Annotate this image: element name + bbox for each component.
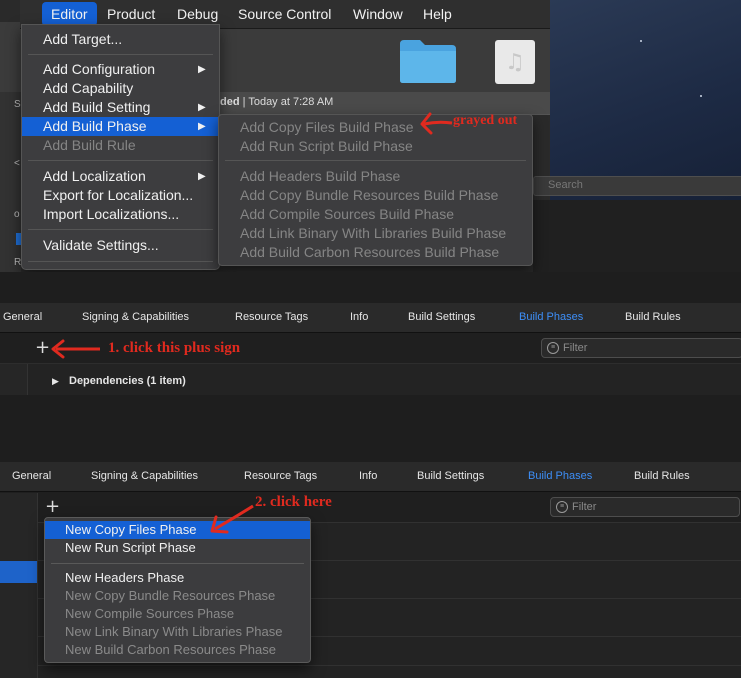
annotation-step-1: 1. click this plus sign bbox=[108, 340, 241, 356]
menu-item-add-build-rule: Add Build Rule bbox=[43, 137, 136, 153]
row-divider bbox=[37, 665, 741, 666]
activity-status-text: ded | Today at 7:28 AM bbox=[220, 96, 334, 108]
tab-build-rules[interactable]: Build Rules bbox=[625, 311, 681, 323]
music-icon: ♫ bbox=[495, 40, 535, 84]
dependencies-section-label: Dependencies (1 item) bbox=[69, 375, 186, 387]
popup-item-new-link-binary-phase: New Link Binary With Libraries Phase bbox=[65, 624, 283, 639]
window-search-placeholder: Search bbox=[548, 179, 583, 191]
menu-item-add-configuration[interactable]: Add Configuration ▶ bbox=[22, 60, 219, 79]
arrow-annotation-icon bbox=[420, 112, 453, 135]
target-tabs-bar: General Signing & Capabilities Resource … bbox=[0, 303, 741, 333]
menu-window[interactable]: Window bbox=[353, 6, 403, 22]
popup-item-new-run-script-phase[interactable]: New Run Script Phase bbox=[45, 539, 310, 557]
selected-target-row[interactable] bbox=[0, 561, 37, 583]
arrow-annotation-icon bbox=[51, 339, 100, 359]
submenu-item-build-carbon-resources: Add Build Carbon Resources Build Phase bbox=[240, 244, 500, 260]
menu-separator bbox=[28, 261, 213, 262]
tab-build-phases[interactable]: Build Phases bbox=[519, 311, 583, 323]
menu-separator bbox=[51, 563, 304, 564]
build-phases-editor-before: General Signing & Capabilities Resource … bbox=[0, 303, 741, 395]
annotation-step-2: 2. click here bbox=[255, 494, 332, 510]
arrow-annotation-icon bbox=[210, 504, 254, 534]
tab-build-settings[interactable]: Build Settings bbox=[417, 470, 484, 482]
tab-signing-capabilities[interactable]: Signing & Capabilities bbox=[91, 470, 198, 482]
wallpaper-star bbox=[640, 40, 642, 42]
menu-item-export-localization[interactable]: Export for Localization... bbox=[22, 186, 219, 205]
annotation-grayed-out: grayed out bbox=[453, 113, 518, 128]
chevron-right-icon: ▶ bbox=[198, 64, 206, 75]
menu-item-validate-settings[interactable]: Validate Settings... bbox=[22, 236, 219, 255]
filter-icon: ≡ bbox=[547, 342, 559, 354]
menu-editor[interactable]: Editor bbox=[42, 2, 97, 26]
popup-item-new-build-carbon-resources-phase: New Build Carbon Resources Phase bbox=[65, 642, 276, 657]
menu-item-add-target[interactable]: Add Target... bbox=[22, 30, 219, 49]
submenu-item-headers: Add Headers Build Phase bbox=[240, 168, 401, 184]
submenu-item-copy-files: Add Copy Files Build Phase bbox=[240, 119, 414, 135]
menu-separator bbox=[28, 229, 213, 230]
disclosure-triangle-icon[interactable]: ▶ bbox=[52, 377, 59, 387]
xcode-menu-panel: ♫ ded | Today at 7:28 AM Search S < o R … bbox=[0, 0, 741, 272]
build-phase-submenu: Add Copy Files Build Phase Add Run Scrip… bbox=[218, 114, 533, 266]
filter-placeholder: Filter bbox=[572, 501, 597, 513]
tab-signing-capabilities[interactable]: Signing & Capabilities bbox=[82, 311, 189, 323]
filter-placeholder: Filter bbox=[563, 342, 588, 354]
menu-item-add-localization[interactable]: Add Localization ▶ bbox=[22, 167, 219, 186]
editor-left-column bbox=[0, 493, 38, 678]
navigator-strip bbox=[0, 92, 21, 272]
chevron-right-icon: ▶ bbox=[198, 121, 206, 132]
navigator-glyph: < bbox=[14, 158, 20, 169]
filter-field[interactable]: ≡ Filter bbox=[541, 338, 741, 358]
target-tabs-bar: General Signing & Capabilities Resource … bbox=[0, 462, 741, 492]
menu-help[interactable]: Help bbox=[423, 6, 452, 22]
plus-icon[interactable]: + bbox=[45, 498, 60, 516]
popup-item-new-copy-bundle-resources-phase: New Copy Bundle Resources Phase bbox=[65, 588, 276, 603]
filter-icon: ≡ bbox=[556, 501, 568, 513]
submenu-item-link-binary: Add Link Binary With Libraries Build Pha… bbox=[240, 225, 507, 241]
plus-icon[interactable]: + bbox=[35, 339, 50, 357]
folder-icon bbox=[400, 40, 456, 83]
popup-item-new-copy-files-phase[interactable]: New Copy Files Phase bbox=[45, 521, 310, 539]
chevron-right-icon: ▶ bbox=[198, 102, 206, 113]
submenu-item-copy-bundle-resources: Add Copy Bundle Resources Build Phase bbox=[240, 187, 499, 203]
tab-build-rules[interactable]: Build Rules bbox=[634, 470, 690, 482]
popup-item-new-compile-sources-phase: New Compile Sources Phase bbox=[65, 606, 235, 621]
menu-debug[interactable]: Debug bbox=[177, 6, 218, 22]
menu-source-control[interactable]: Source Control bbox=[238, 6, 331, 22]
tab-info[interactable]: Info bbox=[359, 470, 377, 482]
menu-item-add-build-phase[interactable]: Add Build Phase ▶ bbox=[22, 117, 219, 136]
menu-product[interactable]: Product bbox=[107, 6, 155, 22]
tab-build-phases[interactable]: Build Phases bbox=[528, 470, 592, 482]
tab-info[interactable]: Info bbox=[350, 311, 368, 323]
popup-item-new-headers-phase[interactable]: New Headers Phase bbox=[45, 569, 310, 587]
tab-resource-tags[interactable]: Resource Tags bbox=[244, 470, 317, 482]
submenu-item-run-script: Add Run Script Build Phase bbox=[240, 138, 413, 154]
filter-field[interactable]: ≡ Filter bbox=[550, 497, 740, 517]
chevron-right-icon: ▶ bbox=[198, 171, 206, 182]
navigator-glyph: o bbox=[14, 209, 20, 220]
menu-separator bbox=[225, 160, 526, 161]
menu-item-import-localizations[interactable]: Import Localizations... bbox=[22, 205, 219, 224]
tab-resource-tags[interactable]: Resource Tags bbox=[235, 311, 308, 323]
menu-item-add-capability[interactable]: Add Capability bbox=[22, 79, 219, 98]
tab-general[interactable]: General bbox=[3, 311, 42, 323]
navigator-glyph: S bbox=[14, 99, 21, 110]
submenu-item-compile-sources: Add Compile Sources Build Phase bbox=[240, 206, 455, 222]
tab-build-settings[interactable]: Build Settings bbox=[408, 311, 475, 323]
menu-item-add-build-setting[interactable]: Add Build Setting ▶ bbox=[22, 98, 219, 117]
new-phase-popup-menu: New Copy Files Phase New Run Script Phas… bbox=[44, 517, 311, 663]
editor-dropdown-menu: Add Target... Add Configuration ▶ Add Cap… bbox=[21, 24, 220, 270]
menu-separator bbox=[28, 54, 213, 55]
background-pane bbox=[533, 200, 741, 272]
tab-general[interactable]: General bbox=[12, 470, 51, 482]
wallpaper-star bbox=[700, 95, 702, 97]
menu-separator bbox=[28, 160, 213, 161]
